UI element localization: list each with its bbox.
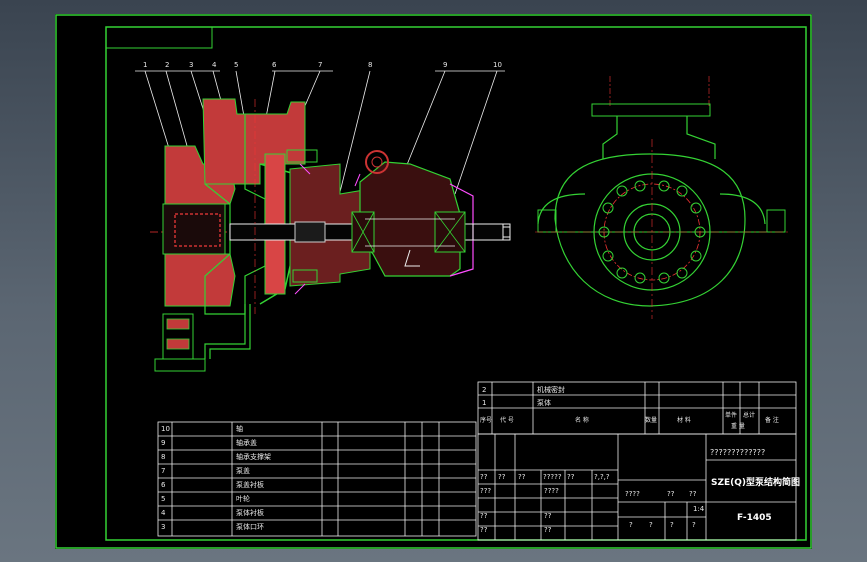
parts-row-name: 轴承盖 bbox=[236, 439, 257, 447]
parts-row-name: 轴承支撑架 bbox=[236, 453, 271, 461]
callout-2: 2 bbox=[165, 61, 170, 69]
callout-7: 7 bbox=[318, 61, 323, 69]
parts-row-no: 5 bbox=[161, 495, 166, 503]
header-seq: 序号 bbox=[480, 417, 493, 424]
upper-row-no: 2 bbox=[482, 386, 487, 394]
tb-mark: ? bbox=[649, 521, 653, 529]
callout-6: 6 bbox=[272, 61, 277, 69]
header-name: 名 称 bbox=[575, 417, 589, 424]
upper-row-no: 1 bbox=[482, 399, 487, 407]
callout-8: 8 bbox=[368, 61, 373, 69]
callout-3: 3 bbox=[189, 61, 194, 69]
parts-row-no: 8 bbox=[161, 453, 166, 461]
drawing-title: SZE(Q)型泵结构简图 bbox=[711, 478, 801, 488]
tb-cell: ?? bbox=[518, 473, 526, 481]
callout-10: 10 bbox=[493, 61, 502, 69]
tb-cell: ?,?,? bbox=[594, 473, 610, 481]
corner-box bbox=[105, 26, 213, 49]
upper-list-grid bbox=[477, 381, 797, 435]
header-material: 材 料 bbox=[677, 417, 691, 424]
tb-cell: ?? bbox=[498, 473, 506, 481]
parts-row-name: 泵盖 bbox=[236, 467, 250, 475]
callout-9: 9 bbox=[443, 61, 448, 69]
tb-mark: ? bbox=[692, 521, 696, 529]
parts-row-no: 10 bbox=[161, 425, 170, 433]
parts-row-no: 6 bbox=[161, 481, 166, 489]
tb-mark: ? bbox=[629, 521, 633, 529]
tb-mark: ? bbox=[670, 521, 674, 529]
scale-value: 1:4 bbox=[693, 505, 705, 513]
tb-cell: ?? bbox=[544, 526, 552, 534]
parts-row-name: 泵体口环 bbox=[236, 523, 264, 531]
header-qty: 数量 bbox=[645, 417, 658, 424]
tb-cell: ?? bbox=[480, 512, 488, 520]
tb-cell: ?? bbox=[544, 512, 552, 520]
parts-row-name: 轴 bbox=[236, 425, 243, 433]
parts-row-no: 3 bbox=[161, 523, 166, 531]
company-name: ????????????? bbox=[710, 448, 766, 457]
parts-row-name: 泵体衬板 bbox=[236, 509, 264, 517]
tb-cell: ??? bbox=[480, 487, 492, 495]
tb-cell: ?? bbox=[567, 473, 575, 481]
parts-row-name: 叶轮 bbox=[236, 495, 250, 503]
header-weight: 重 量 bbox=[731, 423, 745, 430]
end-view bbox=[535, 76, 790, 319]
callout-4: 4 bbox=[212, 61, 217, 69]
upper-row-name: 机械密封 bbox=[537, 386, 565, 394]
tb-cell: ???? bbox=[625, 490, 640, 498]
header-unit-weight: 单件 bbox=[725, 412, 738, 419]
tb-cell: ???? bbox=[544, 487, 559, 495]
tb-cell: ????? bbox=[543, 473, 562, 481]
drawing-canvas bbox=[55, 14, 812, 549]
callout-5: 5 bbox=[234, 61, 239, 69]
tb-cell: ?? bbox=[667, 490, 675, 498]
parts-row-no: 9 bbox=[161, 439, 166, 447]
parts-row-no: 7 bbox=[161, 467, 166, 475]
parts-row-name: 泵盖衬板 bbox=[236, 481, 264, 489]
header-code: 代 号 bbox=[500, 417, 514, 424]
section-view bbox=[150, 98, 511, 372]
tb-cell: ?? bbox=[480, 526, 488, 534]
parts-row-no: 4 bbox=[161, 509, 166, 517]
drawing-sheet: 1 2 3 4 5 6 7 8 9 10 2 机械密封 1 泵体 序号 代 号 … bbox=[55, 14, 812, 549]
upper-row-name: 泵体 bbox=[537, 399, 551, 407]
tb-cell: ?? bbox=[480, 473, 488, 481]
header-remark: 备 注 bbox=[765, 417, 779, 424]
drawing-number: F-1405 bbox=[737, 513, 772, 523]
tb-cell: ?? bbox=[689, 490, 697, 498]
callout-1: 1 bbox=[143, 61, 148, 69]
parts-list-grid bbox=[157, 421, 477, 537]
header-total-weight: 总计 bbox=[743, 412, 756, 419]
